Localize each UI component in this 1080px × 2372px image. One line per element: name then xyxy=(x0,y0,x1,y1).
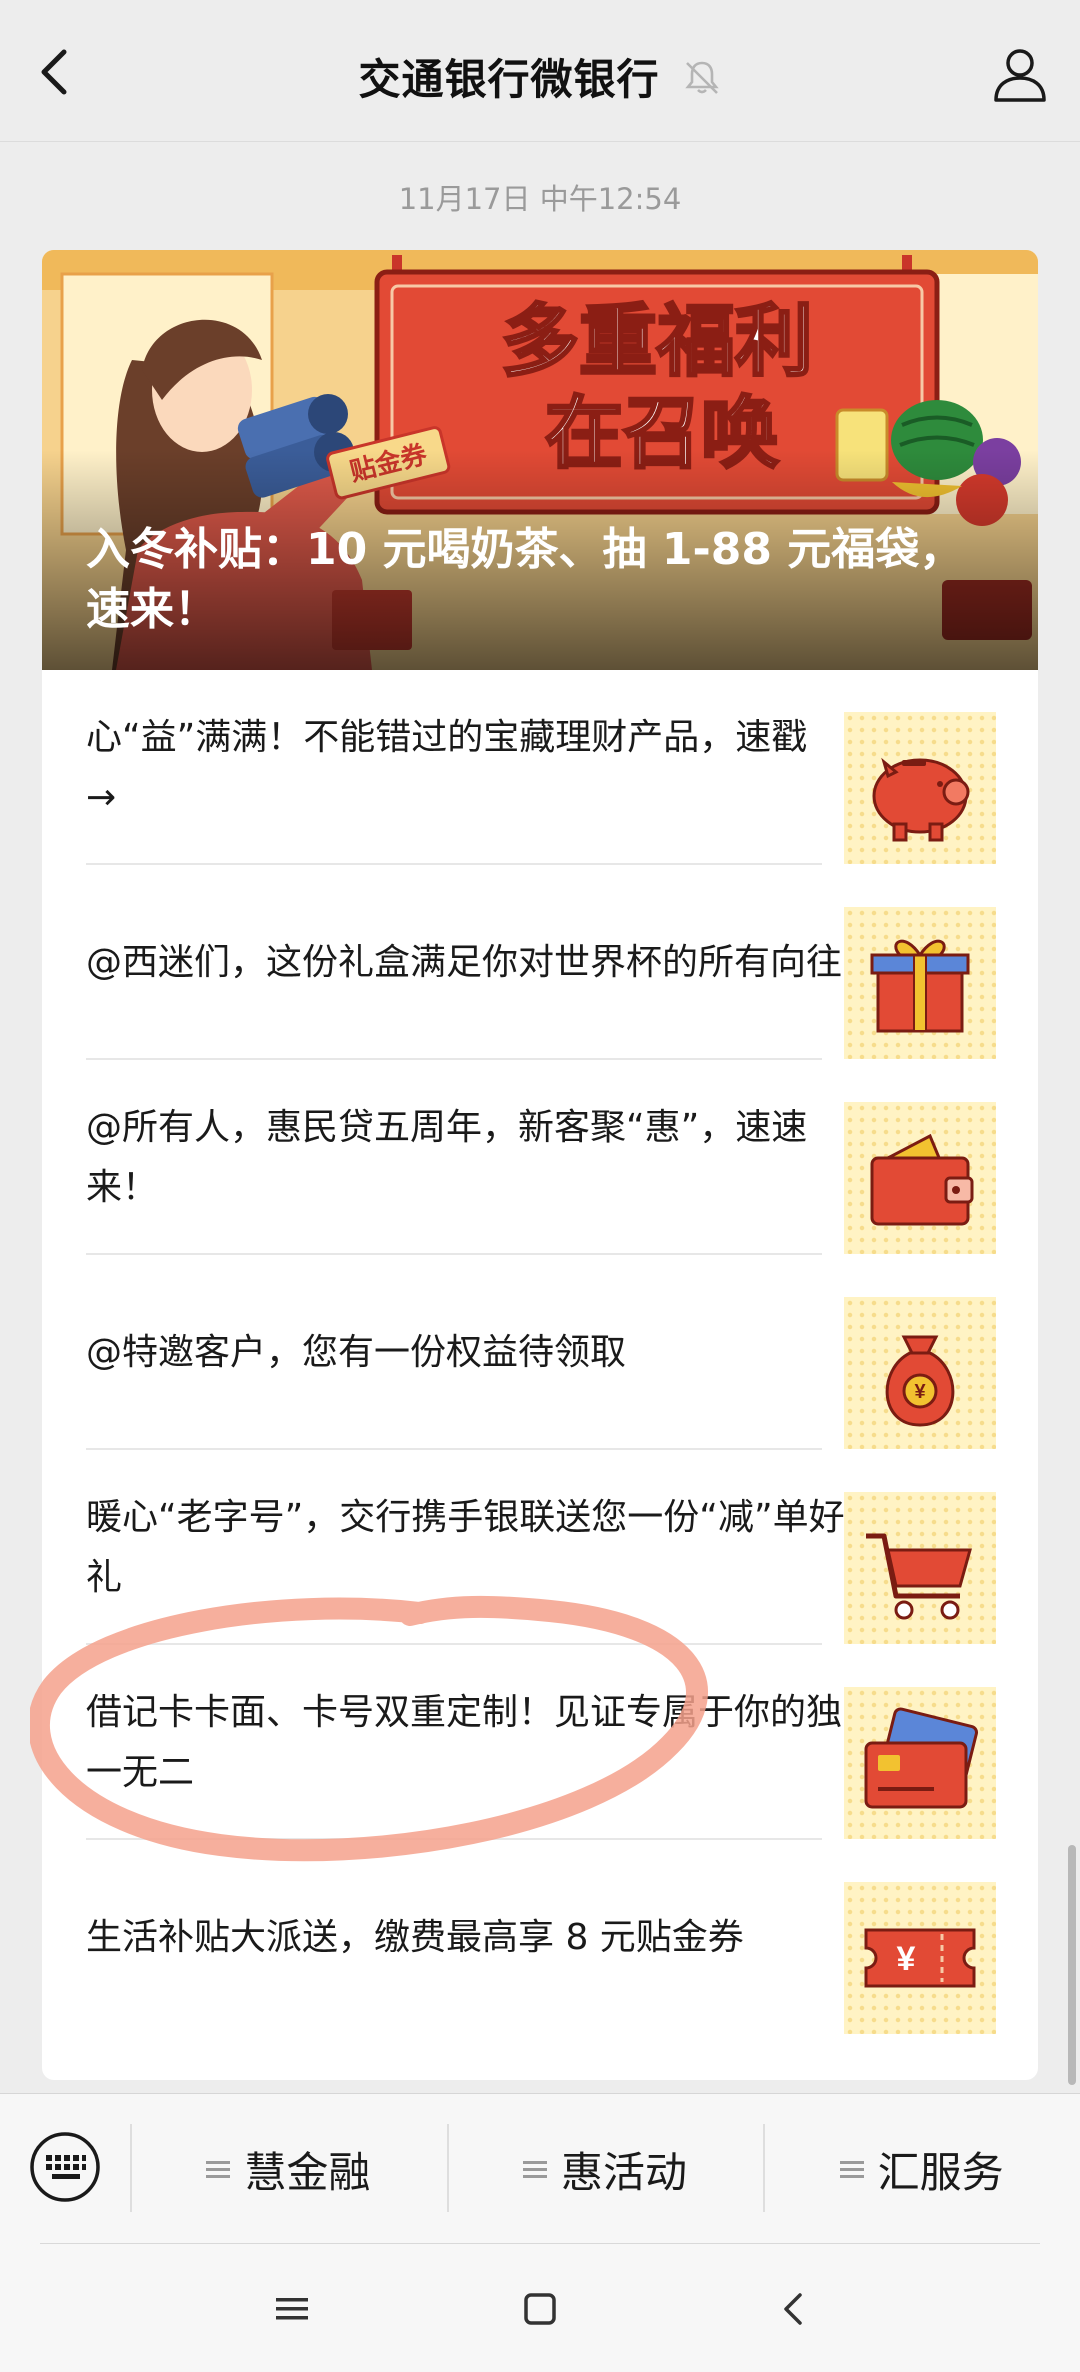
menu-icon[interactable] xyxy=(270,2287,314,2331)
top-bar: 交通银行微银行 xyxy=(0,0,1080,142)
list-lines-icon xyxy=(523,2161,547,2178)
svg-text:¥: ¥ xyxy=(914,1381,926,1403)
article-thumbnail[interactable]: ¥ xyxy=(844,1882,996,2034)
article-thumbnail[interactable]: ¥ xyxy=(844,1297,996,1449)
page-title: 交通银行微银行 xyxy=(358,55,660,104)
article-thumbnail[interactable] xyxy=(844,1687,996,1839)
menu-tab-label: 慧金融 xyxy=(244,2147,371,2197)
divider xyxy=(40,2243,1040,2244)
article-thumbnail[interactable] xyxy=(844,907,996,1059)
menu-tabs: 慧金融 惠活动 汇服务 xyxy=(130,2094,1080,2244)
list-item[interactable]: 借记卡卡面、卡号双重定制！见证专属于你的独一无二 xyxy=(42,1645,1038,1840)
shopping-cart-icon xyxy=(866,1533,972,1620)
coupon-ticket-icon: ¥ xyxy=(864,1928,976,1988)
system-nav-bar xyxy=(0,2243,1080,2372)
bottom-menu-bar: 慧金融 惠活动 汇服务 xyxy=(0,2093,1080,2243)
keyboard-icon[interactable] xyxy=(28,2130,102,2204)
banner-sign-line1: 多重福利 xyxy=(501,297,813,385)
article-title[interactable]: 借记卡卡面、卡号双重定制！见证专属于你的独一无二 xyxy=(86,1683,846,1803)
wallet-icon xyxy=(870,1133,974,1226)
money-bag-icon: ¥ xyxy=(885,1335,955,1427)
menu-tab-activities[interactable]: 惠活动 xyxy=(446,2094,764,2244)
person-icon[interactable] xyxy=(990,44,1050,104)
article-thumbnail[interactable] xyxy=(844,1102,996,1254)
list-item[interactable]: @西迷们，这份礼盒满足你对世界杯的所有向往 xyxy=(42,865,1038,1060)
list-item[interactable]: @特邀客户，您有一份权益待领取 ¥ xyxy=(42,1255,1038,1450)
menu-tab-finance[interactable]: 慧金融 xyxy=(130,2094,447,2244)
list-item[interactable]: 心“益”满满！不能错过的宝藏理财产品，速戳 → xyxy=(42,670,1038,865)
back-chevron-icon[interactable] xyxy=(772,2287,816,2331)
menu-tab-label: 惠活动 xyxy=(561,2147,688,2197)
list-lines-icon xyxy=(839,2161,864,2178)
article-list: 心“益”满满！不能错过的宝藏理财产品，速戳 → @西迷们，这份礼盒满足你对世界杯… xyxy=(42,670,1038,2035)
list-lines-icon xyxy=(206,2161,231,2178)
article-thumbnail[interactable] xyxy=(844,712,996,864)
bank-card-icon xyxy=(864,1707,978,1809)
article-title[interactable]: 生活补贴大派送，缴费最高享 8 元贴金券 xyxy=(86,1908,846,1968)
message-timestamp: 11月17日 中午12:54 xyxy=(398,182,682,216)
article-thumbnail[interactable] xyxy=(844,1492,996,1644)
scrollbar-thumb[interactable] xyxy=(1068,1845,1076,2085)
home-square-icon[interactable] xyxy=(518,2287,562,2331)
list-item[interactable]: @所有人，惠民贷五周年，新客聚“惠”，速速来！ xyxy=(42,1060,1038,1255)
article-title[interactable]: @特邀客户，您有一份权益待领取 xyxy=(86,1323,846,1383)
bell-muted-icon xyxy=(684,61,719,94)
gift-box-icon xyxy=(870,939,970,1033)
piggy-bank-icon xyxy=(872,757,970,842)
list-item[interactable]: 暖心“老字号”，交行携手银联送您一份“减”单好礼 xyxy=(42,1450,1038,1645)
article-title[interactable]: @所有人，惠民贷五周年，新客聚“惠”，速速来！ xyxy=(86,1098,846,1218)
banner-headline[interactable]: 入冬补贴：10 元喝奶茶、抽 1-88 元福袋，速来！ xyxy=(86,520,998,640)
article-title[interactable]: @西迷们，这份礼盒满足你对世界杯的所有向往 xyxy=(86,933,846,993)
list-item[interactable]: 生活补贴大派送，缴费最高享 8 元贴金券 ¥ xyxy=(42,1840,1038,2035)
article-card[interactable]: 多重福利 在召唤 贴金券 入冬补贴：10 元喝奶茶、抽 1-88 元福袋，速来！… xyxy=(42,250,1038,2080)
svg-text:¥: ¥ xyxy=(897,1940,916,1978)
menu-tab-label: 汇服务 xyxy=(877,2147,1004,2197)
menu-tab-services[interactable]: 汇服务 xyxy=(763,2094,1080,2244)
banner[interactable]: 多重福利 在召唤 贴金券 入冬补贴：10 元喝奶茶、抽 1-88 元福袋，速来！ xyxy=(42,250,1038,670)
article-title[interactable]: 暖心“老字号”，交行携手银联送您一份“减”单好礼 xyxy=(86,1488,846,1608)
page-title-row: 交通银行微银行 xyxy=(0,46,1080,107)
article-title[interactable]: 心“益”满满！不能错过的宝藏理财产品，速戳 → xyxy=(86,708,846,828)
